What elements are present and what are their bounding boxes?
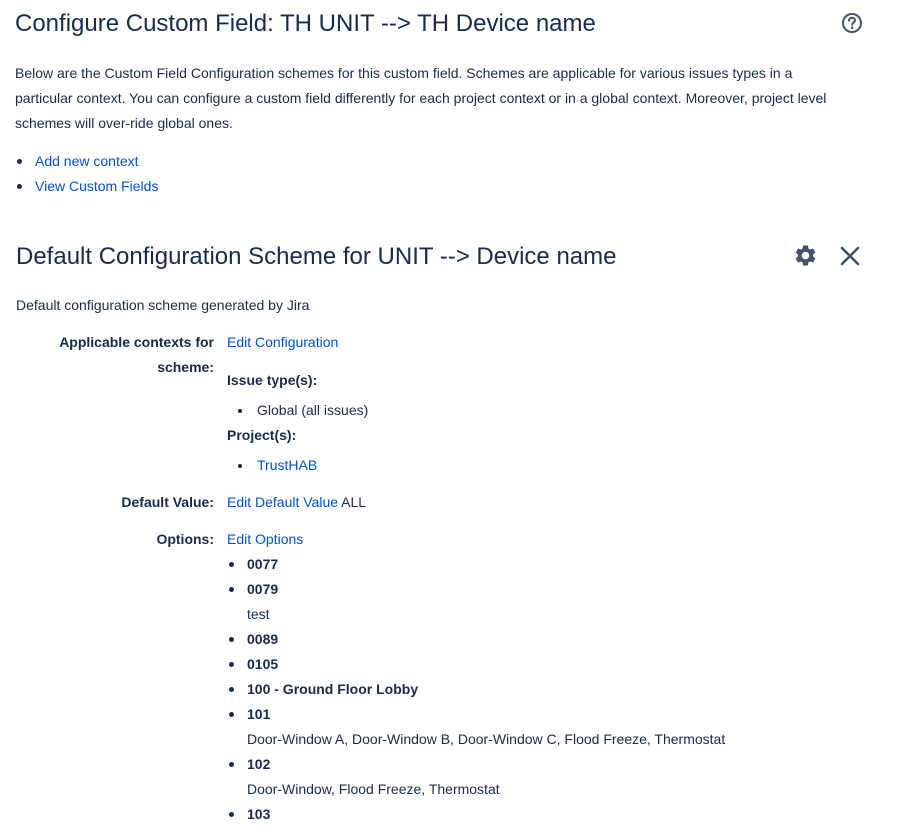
- option-name: 0089: [247, 631, 279, 647]
- projects-list: TrustHAB: [227, 453, 368, 478]
- options-label: Options:: [156, 531, 214, 547]
- edit-configuration-link[interactable]: Edit Configuration: [227, 334, 338, 350]
- default-value-text: ALL: [341, 494, 367, 510]
- list-item: Global (all issues): [227, 398, 368, 423]
- contexts-label: Applicable contexts for scheme:: [59, 330, 214, 380]
- page-description: Below are the Custom Field Configuration…: [15, 65, 827, 131]
- scheme-description: Default configuration scheme generated b…: [16, 297, 310, 313]
- scheme-title: Default Configuration Scheme for UNIT --…: [16, 243, 617, 270]
- option-item: 101 Door-Window A, Door-Window B, Door-Wi…: [227, 702, 725, 752]
- add-new-context-link[interactable]: Add new context: [35, 153, 139, 169]
- option-name: 0077: [247, 556, 279, 572]
- option-description: Door-Window, Flood Freeze, Thermostat: [247, 781, 500, 797]
- edit-default-value-link[interactable]: Edit Default Value: [227, 494, 338, 510]
- list-item: Add new context: [15, 149, 158, 174]
- issue-types-list: Global (all issues): [227, 398, 368, 423]
- option-name: 0079: [247, 581, 279, 597]
- options-list: 0077 0079 test 0089 0105 100 - Ground Flo…: [227, 552, 725, 827]
- default-value: Edit Default Value ALL: [227, 490, 366, 515]
- gear-icon[interactable]: [793, 243, 818, 268]
- option-item: 0077: [227, 552, 725, 577]
- view-custom-fields-link[interactable]: View Custom Fields: [35, 178, 158, 194]
- contexts-label-line2: scheme:: [157, 359, 214, 375]
- list-item: View Custom Fields: [15, 174, 158, 199]
- help-icon[interactable]: [841, 12, 863, 34]
- option-name: 103: [247, 806, 271, 822]
- project-link-trusthab[interactable]: TrustHAB: [257, 457, 317, 473]
- option-item: 100 - Ground Floor Lobby: [227, 677, 725, 702]
- contexts-value: Edit Configuration Issue type(s): Global…: [227, 330, 368, 478]
- option-name: 102: [247, 756, 271, 772]
- option-item: 102 Door-Window, Flood Freeze, Thermostat: [227, 752, 725, 802]
- option-name: 101: [247, 706, 271, 722]
- option-description: test: [247, 606, 270, 622]
- page-title: Configure Custom Field: TH UNIT --> TH D…: [15, 10, 596, 37]
- list-item: TrustHAB: [227, 453, 368, 478]
- default-value-label: Default Value:: [121, 494, 214, 510]
- option-description: Door-Window A, Door-Window B, Door-Windo…: [247, 731, 726, 747]
- projects-label: Project(s):: [227, 427, 297, 443]
- close-icon[interactable]: [838, 244, 862, 268]
- option-item: 0105: [227, 652, 725, 677]
- option-item: 103: [227, 802, 725, 827]
- option-name: 100 - Ground Floor Lobby: [247, 681, 419, 697]
- page-links: Add new context View Custom Fields: [15, 149, 158, 199]
- option-item: 0089: [227, 627, 725, 652]
- options-value: Edit Options 0077 0079 test 0089 0105 100…: [227, 527, 725, 827]
- option-name: 0105: [247, 656, 279, 672]
- option-item: 0079 test: [227, 577, 725, 627]
- issue-types-label: Issue type(s):: [227, 372, 318, 388]
- contexts-label-line1: Applicable contexts for: [59, 334, 214, 350]
- edit-options-link[interactable]: Edit Options: [227, 531, 303, 547]
